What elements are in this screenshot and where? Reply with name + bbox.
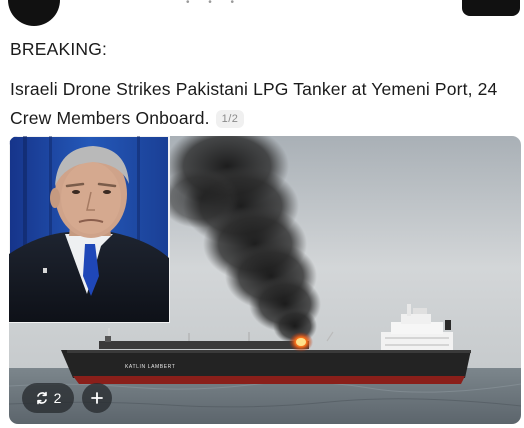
repost-count-button[interactable]: 2 [22,383,74,413]
page-indicator-badge: 1/2 [215,110,245,128]
post-image[interactable]: KATLIN LAMBERT [9,136,521,424]
ellipsis-icon: • • • [186,0,243,8]
post-headline-text: Israeli Drone Strikes Pakistani LPG Tank… [10,79,498,128]
post-headline: Israeli Drone Strikes Pakistani LPG Tank… [10,75,522,133]
author-avatar[interactable] [8,0,60,26]
ship-name-text: KATLIN LAMBERT [125,364,175,370]
inset-portrait [9,136,170,323]
top-strip: • • • [0,0,524,30]
plus-icon [91,392,103,404]
add-button[interactable] [82,383,112,413]
post-label: BREAKING: [10,39,108,59]
follow-button[interactable] [462,0,520,16]
repost-icon [36,391,47,405]
repost-count: 2 [53,390,62,406]
